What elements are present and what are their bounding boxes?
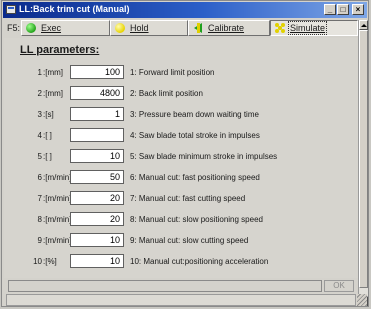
- parameters-heading: LL parameters:: [20, 44, 100, 56]
- param-description: 4: Saw blade total stroke in impulses: [130, 131, 260, 140]
- horizontal-scrollbar[interactable]: [6, 294, 356, 306]
- param-value-field[interactable]: 20: [70, 191, 124, 205]
- param-unit: :[mm]: [43, 89, 63, 98]
- param-value-field[interactable]: 1: [70, 107, 124, 121]
- param-number: 2: [37, 89, 42, 98]
- param-unit: :[ ]: [43, 152, 52, 161]
- status-bar: OK: [4, 280, 358, 292]
- param-value-field[interactable]: 10: [70, 149, 124, 163]
- yellow-circle-icon: [115, 23, 125, 33]
- param-value-field[interactable]: 10: [70, 254, 124, 268]
- simulate-icon: [275, 23, 285, 33]
- param-number: 3: [37, 110, 42, 119]
- vertical-scrollbar[interactable]: [358, 20, 368, 306]
- param-description: 8: Manual cut: slow positioning speed: [130, 215, 263, 224]
- param-description: 3: Pressure beam down waiting time: [130, 110, 259, 119]
- param-row: 8 :[m/min] 20 8: Manual cut: slow positi…: [4, 212, 356, 229]
- param-value-field[interactable]: 100: [70, 65, 124, 79]
- param-value-field[interactable]: 50: [70, 170, 124, 184]
- scroll-thumb[interactable]: [359, 30, 368, 288]
- calibrate-button[interactable]: Calibrate: [188, 20, 270, 36]
- param-value-field[interactable]: [70, 128, 124, 142]
- scroll-up-arrow-icon[interactable]: [359, 20, 368, 30]
- param-description: 2: Back limit position: [130, 89, 203, 98]
- minimize-button[interactable]: _: [324, 4, 336, 15]
- resize-grip-icon[interactable]: [357, 294, 367, 306]
- param-row: 10 :[%] 10 10: Manual cut:positioning ac…: [4, 254, 356, 271]
- param-unit: :[m/min]: [43, 194, 72, 203]
- simulate-button[interactable]: Simulate: [270, 20, 358, 36]
- parameters-panel: LL parameters: 1 :[mm] 100 1: Forward li…: [4, 38, 358, 278]
- param-row: 2 :[mm] 4800 2: Back limit position: [4, 86, 356, 103]
- calibrate-icon: [194, 23, 202, 33]
- main-window: LL:Back trim cut (Manual) _ □ × F5: Exec…: [1, 0, 369, 307]
- close-button[interactable]: ×: [352, 4, 364, 15]
- param-row: 7 :[m/min] 20 7: Manual cut: fast cuttin…: [4, 191, 356, 208]
- param-number: 8: [37, 215, 42, 224]
- param-number: 5: [37, 152, 42, 161]
- window-title: LL:Back trim cut (Manual): [19, 4, 130, 14]
- param-unit: :[mm]: [43, 68, 63, 77]
- param-row: 9 :[m/min] 10 9: Manual cut: slow cuttin…: [4, 233, 356, 250]
- param-row: 4 :[ ] 4: Saw blade total stroke in impu…: [4, 128, 356, 145]
- calibrate-label: Calibrate: [208, 23, 245, 33]
- simulate-label: Simulate: [287, 21, 328, 35]
- status-message-field: [8, 280, 322, 292]
- f5-key-label: F5:: [7, 23, 21, 33]
- param-number: 4: [37, 131, 42, 140]
- exec-button[interactable]: Exec: [21, 20, 110, 36]
- param-number: 1: [37, 68, 42, 77]
- hold-button[interactable]: Hold: [110, 20, 188, 36]
- param-row: 6 :[m/min] 50 6: Manual cut: fast positi…: [4, 170, 356, 187]
- param-unit: :[%]: [43, 257, 57, 266]
- param-description: 9: Manual cut: slow cutting speed: [130, 236, 249, 245]
- param-value-field[interactable]: 4800: [70, 86, 124, 100]
- param-unit: :[s]: [43, 110, 54, 119]
- param-unit: :[m/min]: [43, 173, 72, 182]
- param-description: 5: Saw blade minimum stroke in impulses: [130, 152, 278, 161]
- app-icon: [6, 5, 16, 14]
- param-description: 1: Forward limit position: [130, 68, 215, 77]
- param-number: 7: [37, 194, 42, 203]
- maximize-button[interactable]: □: [337, 4, 349, 15]
- title-bar[interactable]: LL:Back trim cut (Manual) _ □ ×: [3, 2, 367, 18]
- param-unit: :[m/min]: [43, 236, 72, 245]
- param-number: 6: [37, 173, 42, 182]
- param-row: 1 :[mm] 100 1: Forward limit position: [4, 65, 356, 82]
- param-number: 9: [37, 236, 42, 245]
- hold-label: Hold: [130, 23, 149, 33]
- param-description: 6: Manual cut: fast positioning speed: [130, 173, 260, 182]
- ok-button[interactable]: OK: [324, 280, 354, 292]
- param-value-field[interactable]: 20: [70, 212, 124, 226]
- param-number: 10: [33, 257, 42, 266]
- param-row: 3 :[s] 1 3: Pressure beam down waiting t…: [4, 107, 356, 124]
- param-value-field[interactable]: 10: [70, 233, 124, 247]
- toolbar: F5: Exec Hold Calibrate Simulate: [4, 20, 358, 37]
- param-description: 7: Manual cut: fast cutting speed: [130, 194, 246, 203]
- param-description: 10: Manual cut:positioning acceleration: [130, 257, 269, 266]
- param-row: 5 :[ ] 10 5: Saw blade minimum stroke in…: [4, 149, 356, 166]
- param-unit: :[m/min]: [43, 215, 72, 224]
- green-circle-icon: [26, 23, 36, 33]
- exec-label: Exec: [41, 23, 62, 33]
- param-unit: :[ ]: [43, 131, 52, 140]
